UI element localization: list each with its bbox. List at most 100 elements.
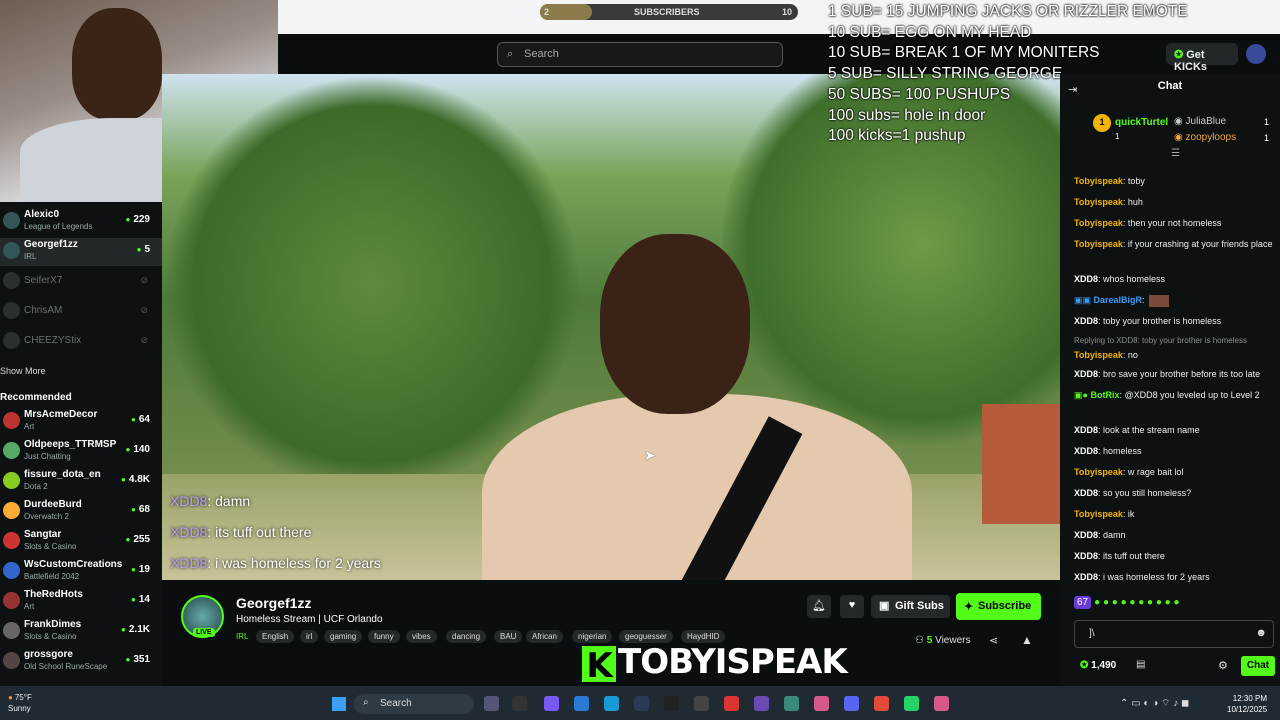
sidebar-channel-alexic0[interactable]: Alexic0 League of Legends 229 (0, 208, 162, 236)
taskbar-app-icon[interactable] (694, 696, 709, 711)
sidebar-recommended-item[interactable]: DurdeeBurd Overwatch 2 68 (0, 498, 162, 526)
chat-message: Tobyispeak: then your not homeless (1074, 218, 1222, 228)
channel-name[interactable]: Georgef1zz (236, 595, 311, 611)
avatar (3, 412, 20, 429)
channel-name: MrsAcmeDecor (24, 409, 98, 420)
overlay-chat-line: XDD8: its tuff out there (170, 517, 381, 548)
store-icon[interactable]: ▤ (1136, 659, 1145, 670)
tag[interactable]: irl (300, 630, 319, 643)
share-icon[interactable]: ⋖ (989, 634, 998, 647)
taskbar-app-icon[interactable] (814, 696, 829, 711)
taskbar-app-icon[interactable] (634, 696, 649, 711)
chat-username[interactable]: XDD8 (1074, 446, 1098, 456)
emoji-picker-icon[interactable]: ☻ (1255, 627, 1267, 639)
emote-icons[interactable]: ● ● ● ● ● ● ● ● ● ● (1094, 597, 1179, 608)
viewers-icon: ⚇ (915, 635, 927, 646)
chat-username[interactable]: XDD8 (1074, 274, 1098, 284)
emote-bar[interactable]: 67 ● ● ● ● ● ● ● ● ● ● (1074, 596, 1180, 609)
chat-username[interactable]: Tobyispeak (1074, 176, 1123, 186)
taskbar-clock[interactable]: 12:30 PM 10/12/2025 (1227, 693, 1267, 715)
tag[interactable]: gaming (324, 630, 363, 643)
gift-leaderboard-first[interactable]: 1 quickTurtel 1 (1093, 114, 1168, 141)
chat-message: XDD8: i was homeless for 2 years (1074, 572, 1210, 582)
taskbar-app-icon[interactable] (512, 696, 527, 711)
tag[interactable]: dancing (446, 630, 487, 643)
chat-username[interactable]: Tobyispeak (1074, 218, 1123, 228)
taskbar-app-icon[interactable] (934, 696, 949, 711)
taskbar-app-icon[interactable] (874, 696, 889, 711)
report-icon[interactable]: ▲ (1021, 633, 1033, 647)
clock-date: 10/12/2025 (1227, 705, 1268, 714)
chat-username[interactable]: XDD8 (1074, 425, 1098, 435)
sidebar-recommended-item[interactable]: grossgore Old School RuneScape 351 (0, 648, 162, 676)
sidebar-recommended-item[interactable]: fissure_dota_en Dota 2 4.8K (0, 468, 162, 496)
show-more-link[interactable]: Show More (0, 366, 46, 376)
chat-username[interactable]: Tobyispeak (1074, 509, 1123, 519)
sidebar-recommended-item[interactable]: FrankDimes Slots & Casino 2.1K (0, 618, 162, 646)
bronze-medal-icon: ◉ (1174, 132, 1186, 143)
chat-username[interactable]: DarealBigR (1094, 295, 1143, 305)
chat-username[interactable]: Tobyispeak (1074, 197, 1123, 207)
follow-button[interactable]: ♥ (840, 595, 864, 618)
sidebar-recommended-item[interactable]: MrsAcmeDecor Art 64 (0, 408, 162, 436)
search-input[interactable]: ⌕ Search (497, 42, 783, 67)
kicks-balance[interactable]: ✪ 1,490 (1080, 660, 1116, 671)
sidebar-channel-seiferx7[interactable]: SeiferX7 ⊘ (0, 268, 162, 296)
subscriber-goal-bar: 2 SUBSCRIBERS 10 (540, 4, 798, 20)
tag[interactable]: vibes (406, 630, 437, 643)
windows-start-icon[interactable] (332, 697, 346, 711)
category-link[interactable]: IRL (236, 630, 254, 643)
taskbar-app-icon[interactable] (754, 696, 769, 711)
taskbar-app-icon[interactable] (484, 696, 499, 711)
system-tray-icons[interactable]: ⌃ ▭ ◐ ◑ ⌔ ♪ ◼ (1120, 697, 1189, 710)
send-chat-button[interactable]: Chat (1241, 656, 1275, 676)
chat-username[interactable]: XDD8 (1074, 316, 1098, 326)
leader-name: quickTurtel (1115, 117, 1169, 128)
tag[interactable]: funny (368, 630, 400, 643)
sidebar-recommended-item[interactable]: TheRedHots Art 14 (0, 588, 162, 616)
taskbar-app-icon[interactable] (904, 696, 919, 711)
mouse-cursor-icon: ➤ (644, 447, 656, 463)
gift-subs-label: Gift Subs (895, 600, 944, 612)
gift-leaderboard-others[interactable]: ◉ JuliaBlue 1 ◉ zoopyloops 1 (1174, 114, 1269, 146)
notification-bell-button[interactable]: 🔔︎ (807, 595, 831, 618)
chat-message: Tobyispeak: huh (1074, 197, 1143, 207)
tag[interactable]: BAU (494, 630, 523, 643)
gift-subs-button[interactable]: ▣ Gift Subs (871, 595, 950, 618)
channel-name: ChrisAM (24, 305, 63, 316)
taskbar-app-icon[interactable] (724, 696, 739, 711)
weather-widget[interactable]: ● 75°F Sunny (8, 692, 32, 714)
tag[interactable]: English (256, 630, 295, 643)
pinned-message-icon[interactable]: ☰ (1171, 148, 1180, 159)
chat-username[interactable]: Tobyispeak (1074, 467, 1123, 477)
taskbar-search[interactable]: ⌕ Search (354, 694, 474, 714)
chat-username[interactable]: XDD8 (1074, 488, 1098, 498)
gear-icon[interactable]: ⚙ (1218, 659, 1228, 672)
chat-username[interactable]: XDD8 (1074, 369, 1098, 379)
sidebar-recommended-item[interactable]: Oldpeeps_TTRMSP Just Chatting 140 (0, 438, 162, 466)
tag[interactable]: African (526, 630, 563, 643)
chat-username[interactable]: BotRix (1090, 390, 1119, 400)
sidebar-channel-georgef1zz[interactable]: Georgef1zz IRL 5 (0, 238, 162, 266)
sidebar-channel-cheezystix[interactable]: CHEEZYStix ⊘ (0, 328, 162, 356)
sidebar-channel-chrisam[interactable]: ChrisAM ⊘ (0, 298, 162, 326)
taskbar-app-icon[interactable] (604, 696, 619, 711)
avatar (3, 502, 20, 519)
chat-input[interactable]: ]\ ☻ (1074, 620, 1274, 648)
chat-username[interactable]: XDD8 (1074, 530, 1098, 540)
chat-username[interactable]: XDD8 (1074, 551, 1098, 561)
chat-badges-icon: ▣▣ (1074, 295, 1094, 305)
chat-username[interactable]: XDD8 (1074, 572, 1098, 582)
subscribe-button[interactable]: ✦ Subscribe (956, 593, 1041, 620)
sidebar-recommended-item[interactable]: WsCustomCreations Battlefield 2042 19 (0, 558, 162, 586)
taskbar-app-icon[interactable] (574, 696, 589, 711)
taskbar-app-icon[interactable] (844, 696, 859, 711)
sidebar-recommended-item[interactable]: Sangtar Slots & Casino 255 (0, 528, 162, 556)
taskbar-app-icon[interactable] (664, 696, 679, 711)
taskbar-app-icon[interactable] (784, 696, 799, 711)
taskbar-app-icon[interactable] (544, 696, 559, 711)
weather-condition: Sunny (8, 704, 31, 713)
chat-title: Chat (1157, 80, 1183, 92)
chat-username[interactable]: Tobyispeak (1074, 350, 1123, 360)
chat-username[interactable]: Tobyispeak (1074, 239, 1123, 249)
